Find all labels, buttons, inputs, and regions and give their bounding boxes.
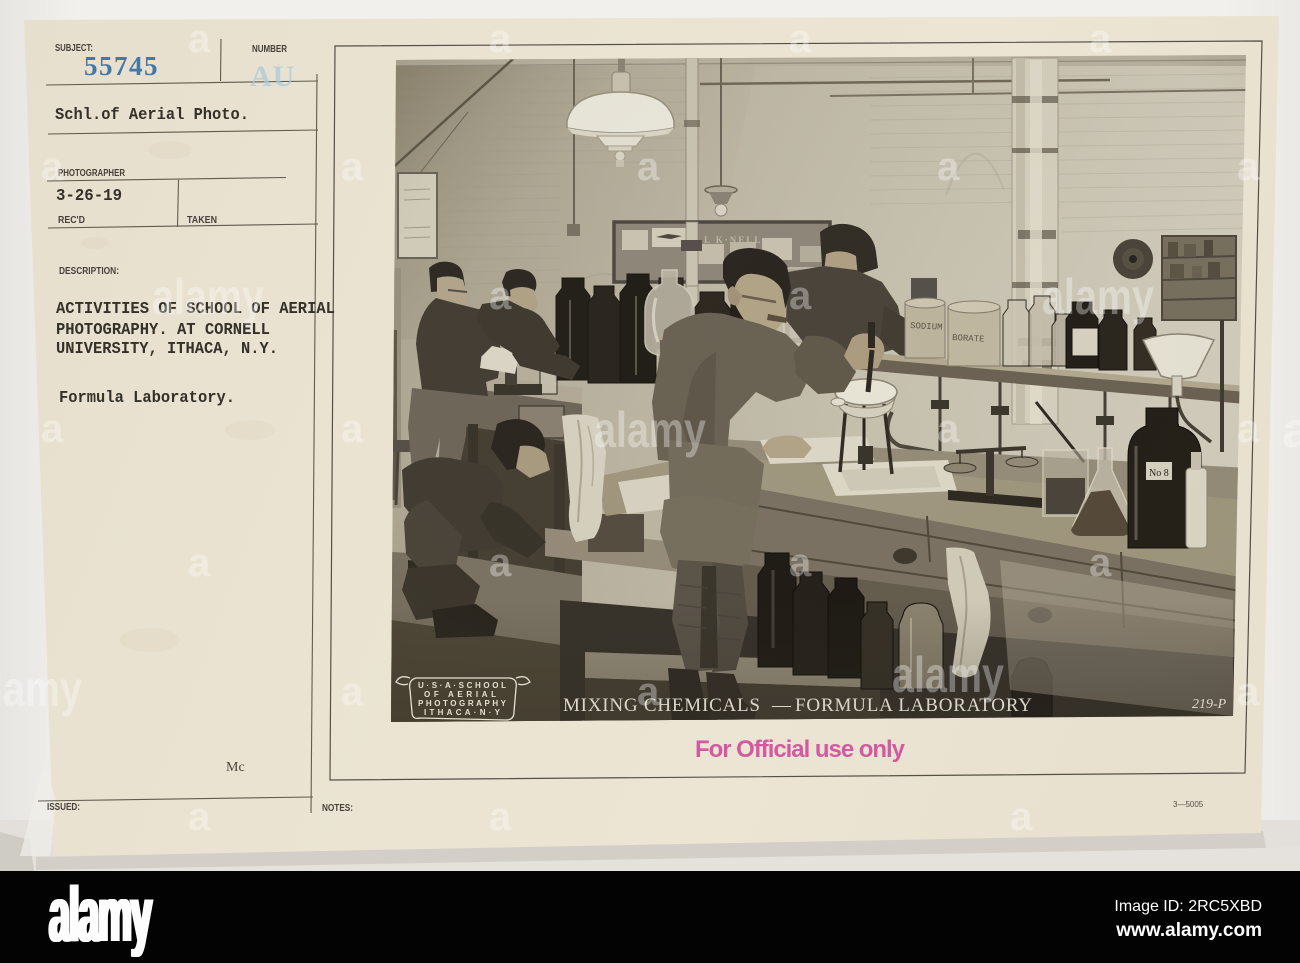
svg-text:55745: 55745 [84,51,159,81]
svg-text:a: a [937,407,960,451]
svg-text:MIXING CHEMICALS: MIXING CHEMICALS [563,695,763,716]
svg-text:Mc: Mc [226,760,245,775]
svg-text:a: a [1237,407,1260,451]
svg-text:AU: AU [250,60,295,93]
svg-text:a: a [637,670,660,714]
svg-text:a: a [1089,17,1112,61]
svg-text:a: a [489,274,512,318]
svg-text:a: a [489,541,512,585]
svg-text:a: a [1237,670,1260,714]
svg-text:a: a [489,17,512,61]
svg-text:a: a [789,17,812,61]
svg-text:REC'D: REC'D [58,215,85,226]
svg-text:a: a [637,145,660,189]
svg-text:PHOTOGRAPHY: PHOTOGRAPHY [418,699,507,708]
svg-text:a: a [341,145,364,189]
svg-text:U·S·A·SCHOOL: U·S·A·SCHOOL [418,681,506,690]
svg-text:a: a [188,17,211,61]
svg-text:a: a [41,407,64,451]
svg-text:PHOTOGRAPHER: PHOTOGRAPHER [58,168,126,179]
svg-text:a: a [937,145,960,189]
svg-text:a: a [1089,541,1112,585]
svg-text:For Official use only: For Official use only [695,736,906,763]
svg-text:a: a [188,795,211,839]
svg-text:3-26-19: 3-26-19 [56,186,122,205]
svg-text:TAKEN: TAKEN [187,215,217,226]
svg-text:a: a [1237,145,1260,189]
svg-text:a: a [789,274,812,318]
svg-text:a: a [41,145,64,189]
svg-text:www.alamy.com: www.alamy.com [1115,920,1262,941]
svg-text:Image ID: 2RC5XBD: Image ID: 2RC5XBD [1114,898,1262,915]
svg-text:alamy: alamy [892,647,1004,703]
svg-text:a: a [341,407,364,451]
svg-text:UNIVERSITY, ITHACA, N.Y.: UNIVERSITY, ITHACA, N.Y. [56,339,278,358]
svg-text:3—5005: 3—5005 [1173,800,1204,809]
svg-text:a: a [341,670,364,714]
svg-text:a: a [489,795,512,839]
svg-text:NOTES:: NOTES: [322,803,353,814]
svg-text:Formula Laboratory.: Formula Laboratory. [59,388,235,407]
svg-text:alamy: alamy [152,269,264,325]
svg-text:a: a [188,541,211,585]
svg-text:Schl.of Aerial Photo.: Schl.of Aerial Photo. [55,105,249,124]
svg-text:alamy: alamy [1042,269,1154,325]
svg-text:OF AERIAL: OF AERIAL [424,690,496,699]
svg-text:a: a [1010,795,1033,839]
svg-text:a: a [789,541,812,585]
svg-text:DESCRIPTION:: DESCRIPTION: [59,266,119,277]
svg-text:alamy: alamy [50,871,153,957]
svg-text:ISSUED:: ISSUED: [47,802,80,813]
svg-text:alamy: alamy [594,402,706,458]
svg-text:NUMBER: NUMBER [252,44,288,55]
svg-text:—: — [771,695,792,716]
svg-text:alamy: alamy [0,661,82,717]
svg-text:al: al [1282,402,1300,458]
svg-text:219-P: 219-P [1192,697,1227,712]
